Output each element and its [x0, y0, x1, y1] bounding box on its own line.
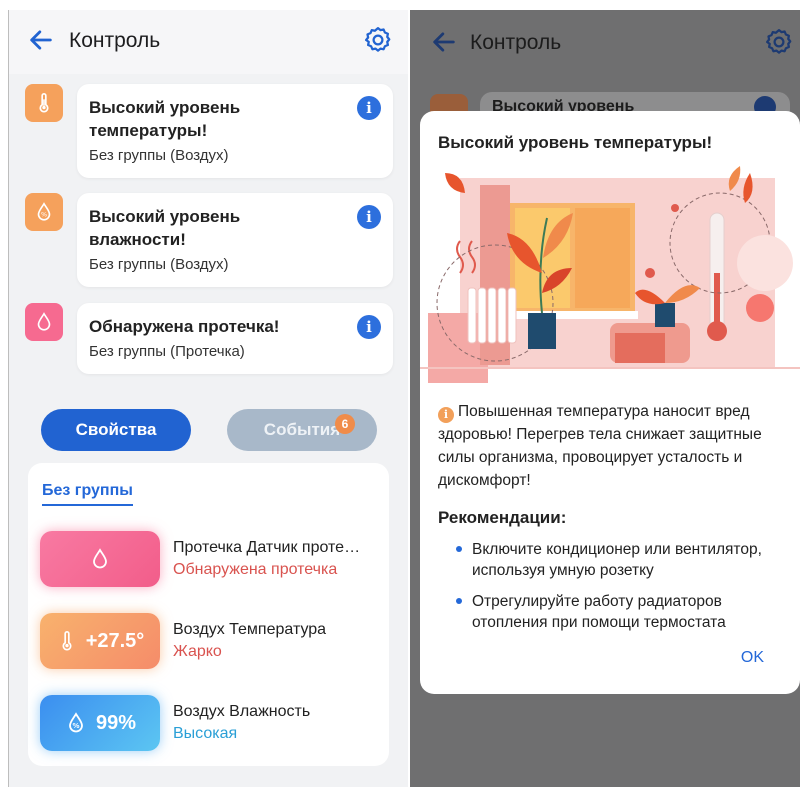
humidity-icon: % — [69, 712, 83, 733]
alert-category: (Воздух) — [170, 256, 229, 273]
sensor-value: +27.5° — [85, 629, 145, 652]
info-icon[interactable]: i — [357, 205, 381, 229]
sensor-state: Жарко — [173, 643, 222, 660]
alert-category: (Воздух) — [170, 147, 229, 164]
alert-card[interactable]: Высокий уровень влажности! Без группы (Во… — [77, 193, 393, 287]
sensor-tile[interactable]: +27.5° — [40, 613, 160, 669]
water-drop-icon — [93, 548, 107, 569]
alert-category: (Протечка) — [170, 343, 245, 360]
sensor-state: Обнаружена протечка — [173, 561, 338, 578]
sensor-item-temperature[interactable]: +27.5° Воздух Температура Жарко — [40, 613, 380, 673]
alert-title: Высокий уровень температуры! — [89, 98, 241, 140]
page-title: Контроль — [470, 31, 562, 54]
alert-dialog: Высокий уровень температуры! i Повышенна… — [420, 111, 800, 694]
alert-group: Без группы (Протечка) — [89, 342, 381, 362]
events-label: События — [263, 420, 341, 439]
recommendation-item: Включите кондиционер или вентилятор, исп… — [456, 539, 786, 581]
alert-group-name: Без группы — [89, 343, 167, 360]
dimmed-screen: Контроль Высокий уровень Высокий уровень… — [410, 10, 800, 787]
properties-button[interactable]: Свойства — [41, 409, 191, 451]
info-icon: i — [438, 407, 454, 423]
recommendations-title: Рекомендации: — [438, 508, 567, 527]
alert-title: Высокий уровень влажности! — [89, 207, 241, 249]
app-bar-dimmed: Контроль — [410, 10, 800, 76]
svg-text:%: % — [72, 722, 79, 730]
thermometer-icon — [62, 631, 72, 651]
sensor-state: Высокая — [173, 725, 238, 742]
back-arrow-icon — [433, 32, 455, 52]
sensor-name: Воздух Температура — [173, 621, 327, 638]
settings-gear-icon[interactable] — [363, 25, 393, 55]
control-screen: Контроль Высокий уровень температуры! Бе… — [9, 10, 408, 787]
overheated-room-illustration — [420, 163, 800, 385]
top-border — [0, 0, 800, 10]
sensor-name: Воздух Влажность — [173, 703, 311, 720]
dialog-note: i Повышенная температура наносит вред здо… — [438, 400, 783, 492]
info-icon[interactable]: i — [357, 315, 381, 339]
settings-gear-icon — [766, 29, 792, 54]
sensor-tile[interactable] — [40, 531, 160, 587]
back-arrow-icon[interactable] — [27, 26, 55, 54]
alert-card[interactable]: Обнаружена протечка! Без группы (Протечка… — [77, 303, 393, 374]
sensor-item-humidity[interactable]: % 99% Воздух Влажность Высокая — [40, 695, 380, 755]
alert-group: Без группы (Воздух) — [89, 255, 381, 275]
alert-group-name: Без группы — [89, 256, 167, 273]
svg-text:%: % — [41, 211, 47, 219]
humidity-icon: % — [25, 193, 63, 231]
note-text: Повышенная температура наносит вред здор… — [438, 403, 762, 489]
sensor-item-leak[interactable]: Протечка Датчик проте… Обнаружена протеч… — [40, 531, 380, 591]
alert-group: Без группы (Воздух) — [89, 146, 381, 166]
events-button[interactable]: События 6 — [227, 409, 377, 451]
recommendations-list: Включите кондиционер или вентилятор, исп… — [456, 539, 786, 643]
app-bar: Контроль — [9, 10, 408, 74]
sensor-name: Протечка Датчик проте… — [173, 539, 361, 556]
water-drop-icon — [25, 303, 63, 341]
sensor-tile[interactable]: % 99% — [40, 695, 160, 751]
recommendation-item: Отрегулируйте работу радиаторов отоплени… — [456, 591, 786, 633]
ok-button[interactable]: OK — [741, 649, 764, 667]
alert-group-name: Без группы — [89, 147, 167, 164]
alert-card[interactable]: Высокий уровень температуры! Без группы(… — [77, 84, 393, 178]
sensor-group-card: Без группы Протечка Датчик проте… Обнару… — [28, 463, 389, 766]
page-title: Контроль — [69, 29, 161, 52]
events-count-badge: 6 — [335, 414, 355, 434]
thermometer-icon — [25, 84, 63, 122]
dialog-title: Высокий уровень температуры! — [438, 133, 713, 152]
alert-title: Обнаружена протечка! — [89, 317, 280, 336]
group-tab[interactable]: Без группы — [42, 482, 133, 506]
info-icon[interactable]: i — [357, 96, 381, 120]
sensor-value: 99% — [95, 711, 137, 734]
